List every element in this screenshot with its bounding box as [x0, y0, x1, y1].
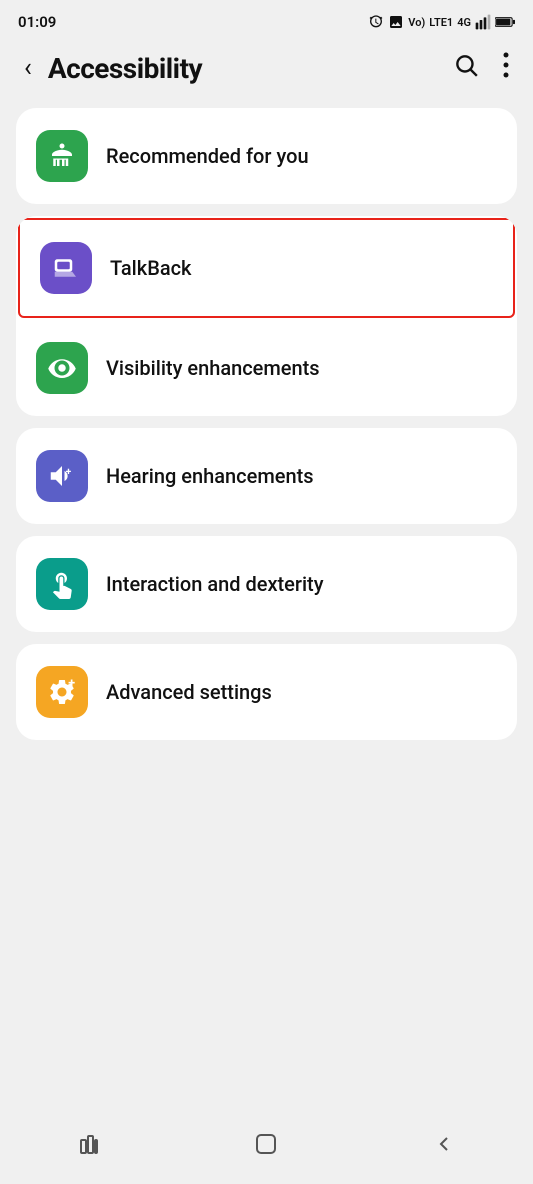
svg-text:+: +: [66, 467, 72, 478]
talkback-label: TalkBack: [110, 255, 191, 281]
recommended-icon-wrap: [36, 130, 88, 182]
more-button[interactable]: [495, 48, 517, 88]
search-button[interactable]: [445, 48, 487, 88]
hearing-icon-wrap: +: [36, 450, 88, 502]
back-nav-icon: [432, 1132, 456, 1156]
advanced-label: Advanced settings: [106, 679, 272, 705]
interaction-icon: [47, 569, 77, 599]
interaction-icon-wrap: [36, 558, 88, 610]
accessibility-icon: [47, 141, 77, 171]
network-label: LTE1: [429, 16, 453, 29]
search-icon: [453, 52, 479, 78]
page-title: Accessibility: [48, 52, 437, 85]
advanced-card: + Advanced settings: [16, 644, 517, 740]
main-content: Recommended for you TalkBack: [0, 100, 533, 820]
image-icon: [388, 14, 404, 30]
top-bar: ‹ Accessibility: [0, 40, 533, 100]
home-button[interactable]: [236, 1124, 296, 1164]
advanced-settings-icon: +: [47, 677, 77, 707]
status-time: 01:09: [18, 13, 56, 31]
talkback-highlight: TalkBack: [18, 218, 515, 318]
vol-indicator: Vo): [408, 16, 425, 29]
visibility-icon: +: [47, 353, 77, 383]
recent-apps-icon: [77, 1132, 101, 1156]
home-icon: [253, 1131, 279, 1157]
bottom-nav: [0, 1112, 533, 1184]
svg-text:+: +: [60, 364, 66, 375]
advanced-icon-wrap: +: [36, 666, 88, 718]
talkback-visibility-card: TalkBack + Visibility enhancements: [16, 216, 517, 416]
battery-icon: [495, 15, 515, 29]
interaction-label: Interaction and dexterity: [106, 571, 324, 597]
4g-label: 4G: [457, 16, 471, 29]
recent-apps-button[interactable]: [59, 1124, 119, 1164]
alarm-icon: [368, 14, 384, 30]
hearing-icon: +: [47, 461, 77, 491]
talkback-icon-wrap: [40, 242, 92, 294]
signal-icon: [475, 14, 491, 30]
talkback-icon: [51, 253, 81, 283]
back-nav-button[interactable]: [414, 1124, 474, 1164]
recommended-label: Recommended for you: [106, 143, 309, 169]
status-bar: 01:09 Vo) LTE1 4G: [0, 0, 533, 40]
recommended-for-you-item[interactable]: Recommended for you: [16, 108, 517, 204]
more-icon: [503, 52, 509, 78]
hearing-label: Hearing enhancements: [106, 463, 314, 489]
svg-text:+: +: [68, 677, 75, 691]
advanced-item[interactable]: + Advanced settings: [16, 644, 517, 740]
talkback-item[interactable]: TalkBack: [20, 220, 513, 316]
visibility-item[interactable]: + Visibility enhancements: [16, 320, 517, 416]
interaction-item[interactable]: Interaction and dexterity: [16, 536, 517, 632]
recommended-card: Recommended for you: [16, 108, 517, 204]
status-icons: Vo) LTE1 4G: [368, 14, 515, 30]
hearing-item[interactable]: + Hearing enhancements: [16, 428, 517, 524]
visibility-icon-wrap: +: [36, 342, 88, 394]
back-button[interactable]: ‹: [16, 51, 40, 85]
visibility-label: Visibility enhancements: [106, 355, 320, 381]
interaction-card: Interaction and dexterity: [16, 536, 517, 632]
hearing-card: + Hearing enhancements: [16, 428, 517, 524]
